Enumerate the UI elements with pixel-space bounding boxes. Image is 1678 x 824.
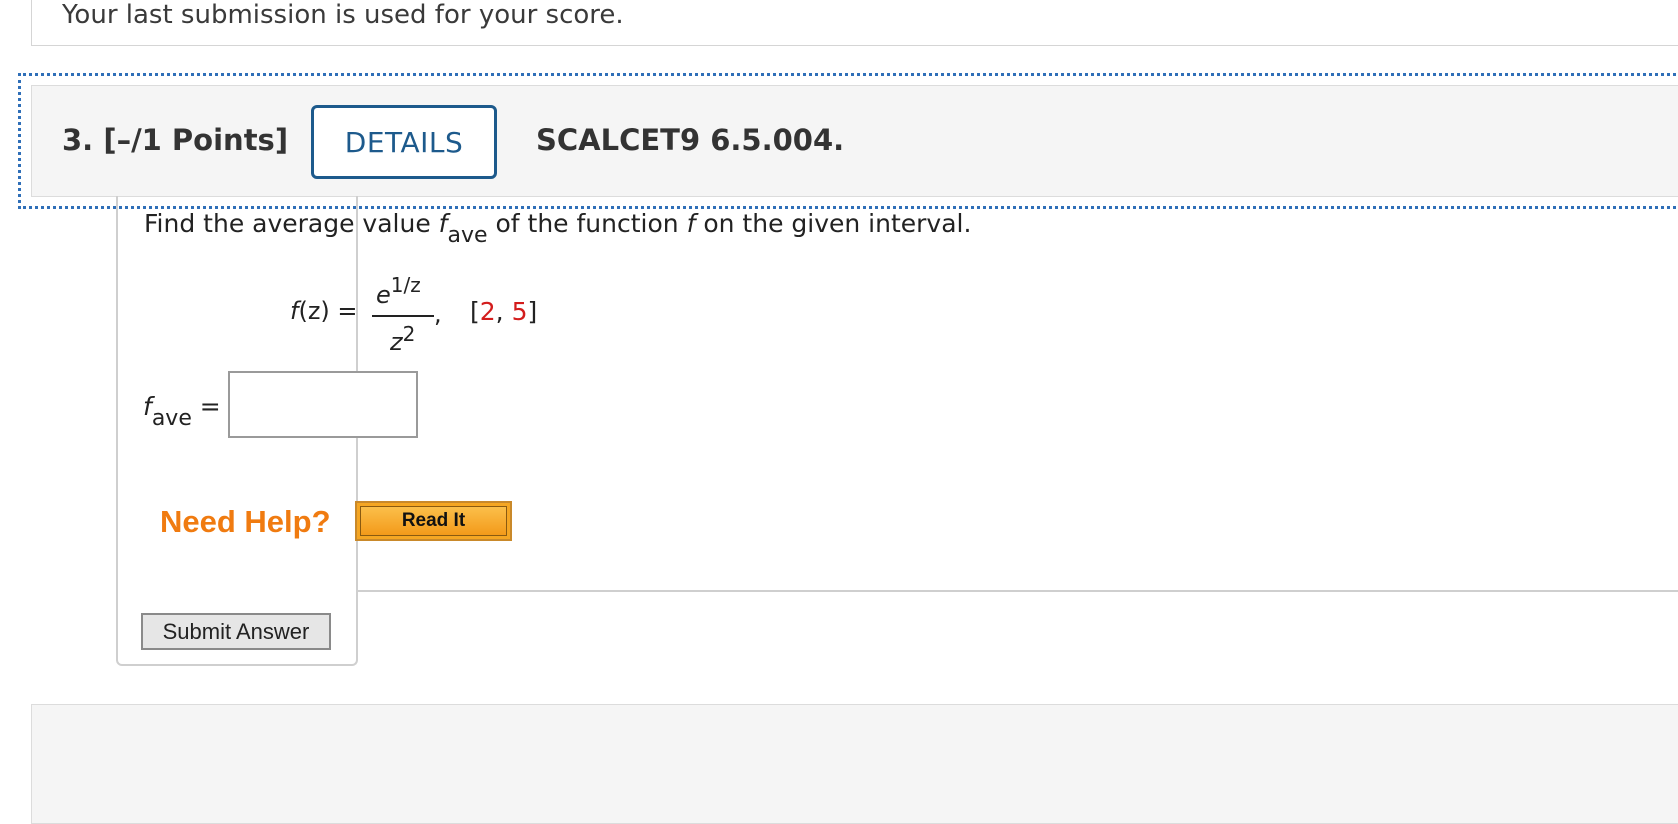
need-help-label: Need Help?	[160, 504, 331, 539]
read-it-label: Read It	[360, 506, 507, 536]
question-prompt: Find the average value fave of the funct…	[144, 209, 972, 248]
formula-comma: ,	[434, 300, 442, 328]
interval-close: ]	[527, 297, 538, 326]
next-question-box	[31, 704, 1678, 824]
question-points: [–/1 Points]	[103, 123, 289, 157]
prompt-before: Find the average value	[144, 209, 439, 238]
prompt-mid: of the function	[487, 209, 687, 238]
answer-label-eq: =	[191, 392, 221, 421]
answer-label-sub: ave	[151, 406, 192, 431]
question-number-points: 3. [–/1 Points]	[62, 126, 288, 155]
answer-label: fave =	[143, 392, 221, 431]
denominator-exponent: 2	[402, 322, 416, 346]
interval-a: 2	[479, 297, 496, 326]
divider	[357, 590, 1678, 592]
denominator-base: z	[390, 328, 403, 356]
question-header: 3. [–/1 Points] DETAILS SCALCET9 6.5.004…	[31, 85, 1678, 197]
formula-lhs: f(z) =	[290, 297, 358, 325]
interval-b: 5	[511, 297, 528, 326]
score-note: Your last submission is used for your sc…	[62, 0, 624, 30]
read-it-button[interactable]: Read It	[355, 501, 512, 541]
fraction-bar	[372, 315, 434, 317]
answer-label-f: f	[143, 392, 152, 421]
interval-sep: ,	[495, 297, 512, 326]
formula-lhs-rest: (z) =	[298, 297, 358, 325]
submit-answer-button[interactable]: Submit Answer	[141, 613, 331, 650]
question-code: SCALCET9 6.5.004.	[536, 123, 845, 157]
formula-denominator: z2	[390, 322, 415, 356]
prompt-after: on the given interval.	[695, 209, 972, 238]
previous-question-box: Your last submission is used for your sc…	[31, 0, 1678, 46]
interval: [2, 5]	[470, 297, 537, 326]
numerator-base: e	[376, 281, 391, 309]
formula-numerator: e1/z	[376, 273, 421, 309]
prompt-sub: ave	[447, 223, 488, 248]
interval-open: [	[470, 297, 480, 326]
question-number: 3.	[62, 123, 94, 157]
numerator-exponent: 1/z	[390, 273, 421, 297]
answer-input[interactable]	[228, 371, 418, 438]
details-button[interactable]: DETAILS	[311, 105, 497, 179]
